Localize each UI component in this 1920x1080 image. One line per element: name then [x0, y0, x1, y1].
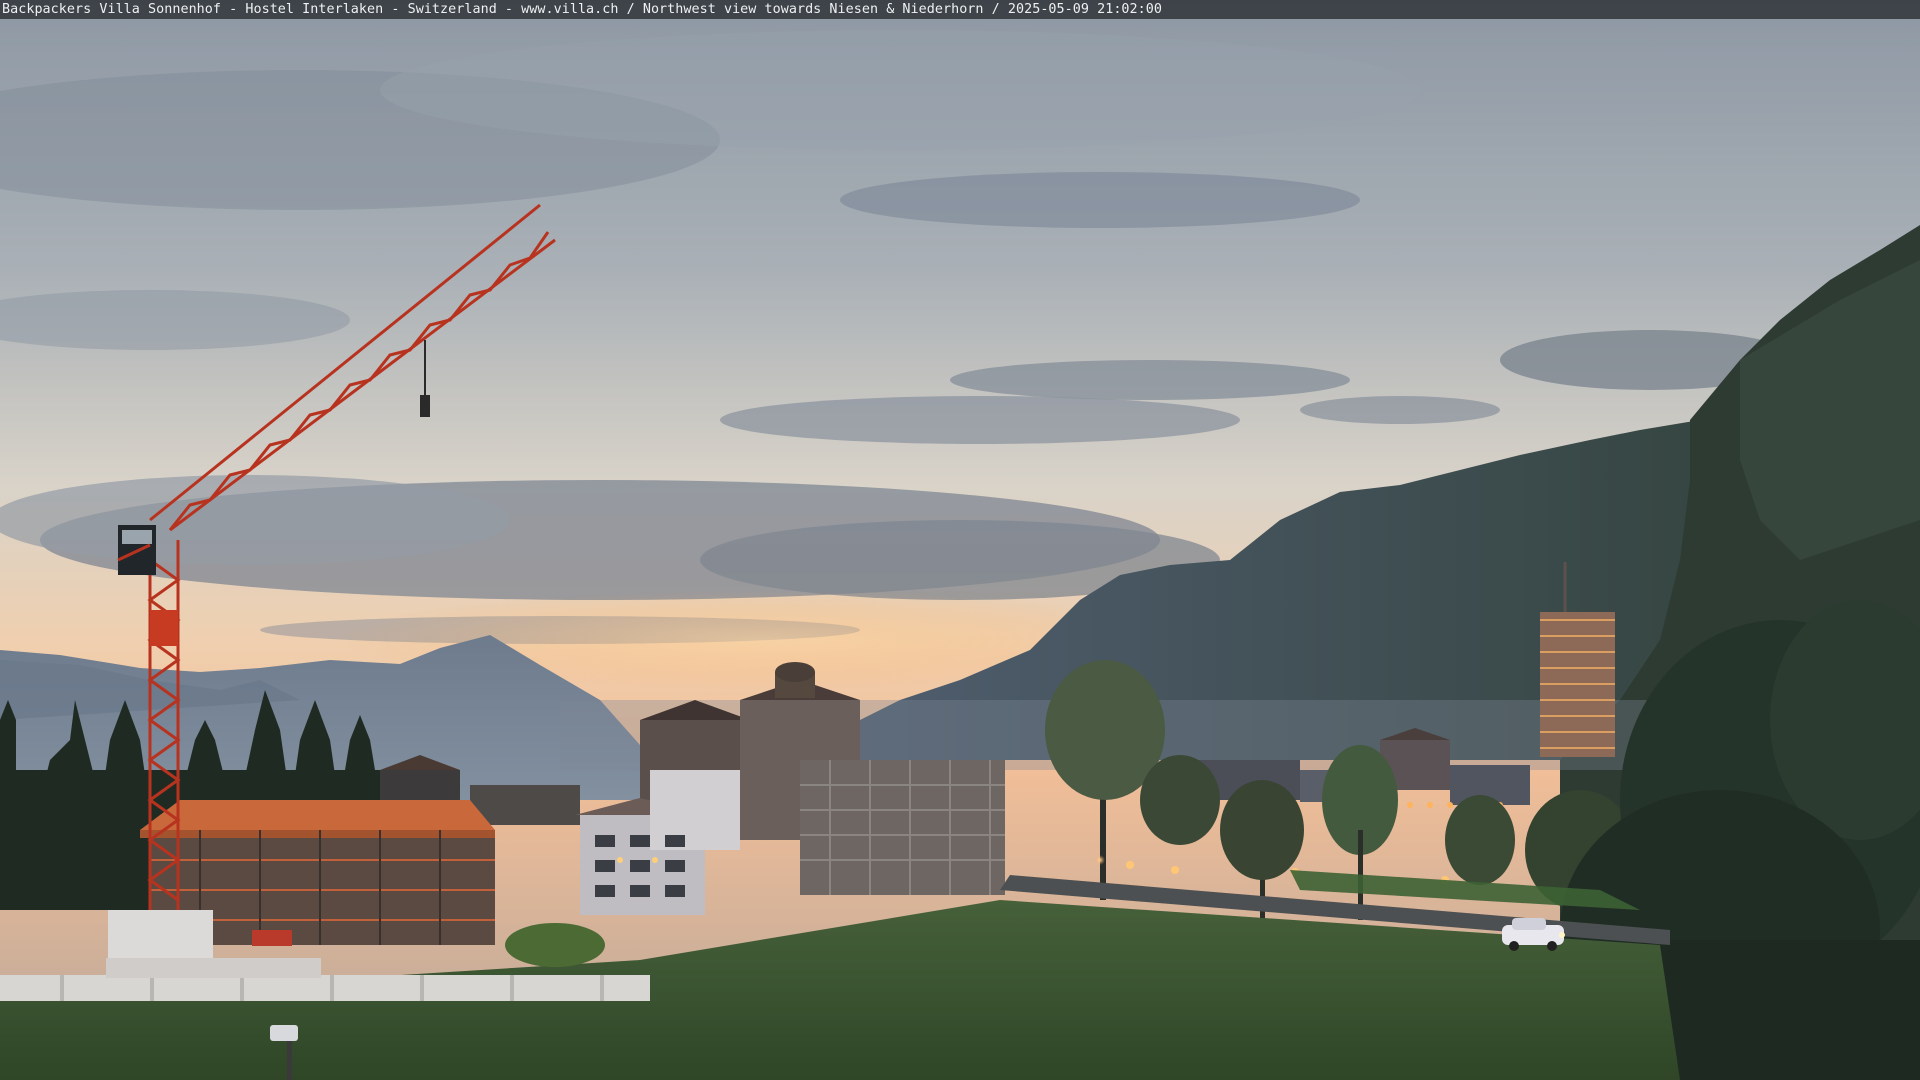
webcam-scene — [0, 0, 1920, 1080]
bush — [505, 923, 605, 967]
webcam-frame: Backpackers Villa Sonnenhof - Hostel Int… — [0, 0, 1920, 1080]
webcam-caption-bar: Backpackers Villa Sonnenhof - Hostel Int… — [0, 0, 1920, 19]
webcam-caption: Backpackers Villa Sonnenhof - Hostel Int… — [2, 2, 1162, 17]
